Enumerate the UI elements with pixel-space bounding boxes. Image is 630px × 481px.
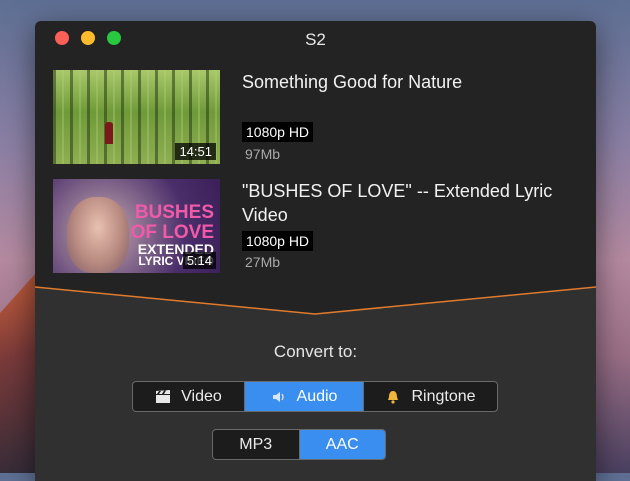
video-duration: 5:14 (182, 252, 216, 269)
video-list-item[interactable]: 14:51 Something Good for Nature 1080p HD… (53, 70, 573, 165)
thumbnail-figure (105, 122, 113, 144)
audio-format-selector: MP3 AAC (212, 429, 386, 460)
thumbnail-caption: BUSHES (134, 202, 214, 223)
thumbnail-face (67, 197, 129, 273)
thumbnail-caption: OF LOVE (130, 222, 214, 243)
aac-format-button[interactable]: AAC (299, 430, 385, 459)
speaker-icon (271, 390, 287, 404)
video-type-button[interactable]: Video (133, 382, 245, 411)
file-size: 97Mb (245, 146, 281, 162)
ringtone-type-button[interactable]: Ringtone (364, 382, 497, 411)
window-title: S2 (305, 30, 326, 49)
audio-type-label: Audio (296, 387, 338, 405)
output-type-selector: Video Audio Ringtone (132, 381, 498, 412)
title-bar: S2 (35, 21, 596, 57)
quality-badge: 1080p HD (242, 231, 314, 251)
ringtone-type-label: Ringtone (411, 387, 476, 405)
file-size: 27Mb (245, 254, 281, 270)
audio-type-button[interactable]: Audio (245, 382, 364, 411)
bell-icon (385, 389, 401, 405)
video-type-label: Video (181, 387, 222, 405)
app-window: S2 14:51 Something Good for Nature 1080p… (35, 21, 596, 481)
video-title: Something Good for Nature (242, 72, 463, 92)
video-list-item[interactable]: BUSHES OF LOVE EXTENDED LYRIC VIDEO 5:14… (53, 179, 573, 274)
convert-to-label: Convert to: (273, 342, 358, 361)
video-duration: 14:51 (175, 143, 216, 160)
video-thumbnail: 14:51 (53, 70, 220, 164)
clapperboard-icon (155, 389, 171, 404)
section-divider (35, 286, 596, 315)
mp3-format-button[interactable]: MP3 (213, 430, 300, 459)
video-thumbnail: BUSHES OF LOVE EXTENDED LYRIC VIDEO 5:14 (53, 179, 220, 273)
quality-badge: 1080p HD (242, 122, 314, 142)
video-title: "BUSHES OF LOVE" -- Extended Lyric Video (242, 181, 553, 225)
